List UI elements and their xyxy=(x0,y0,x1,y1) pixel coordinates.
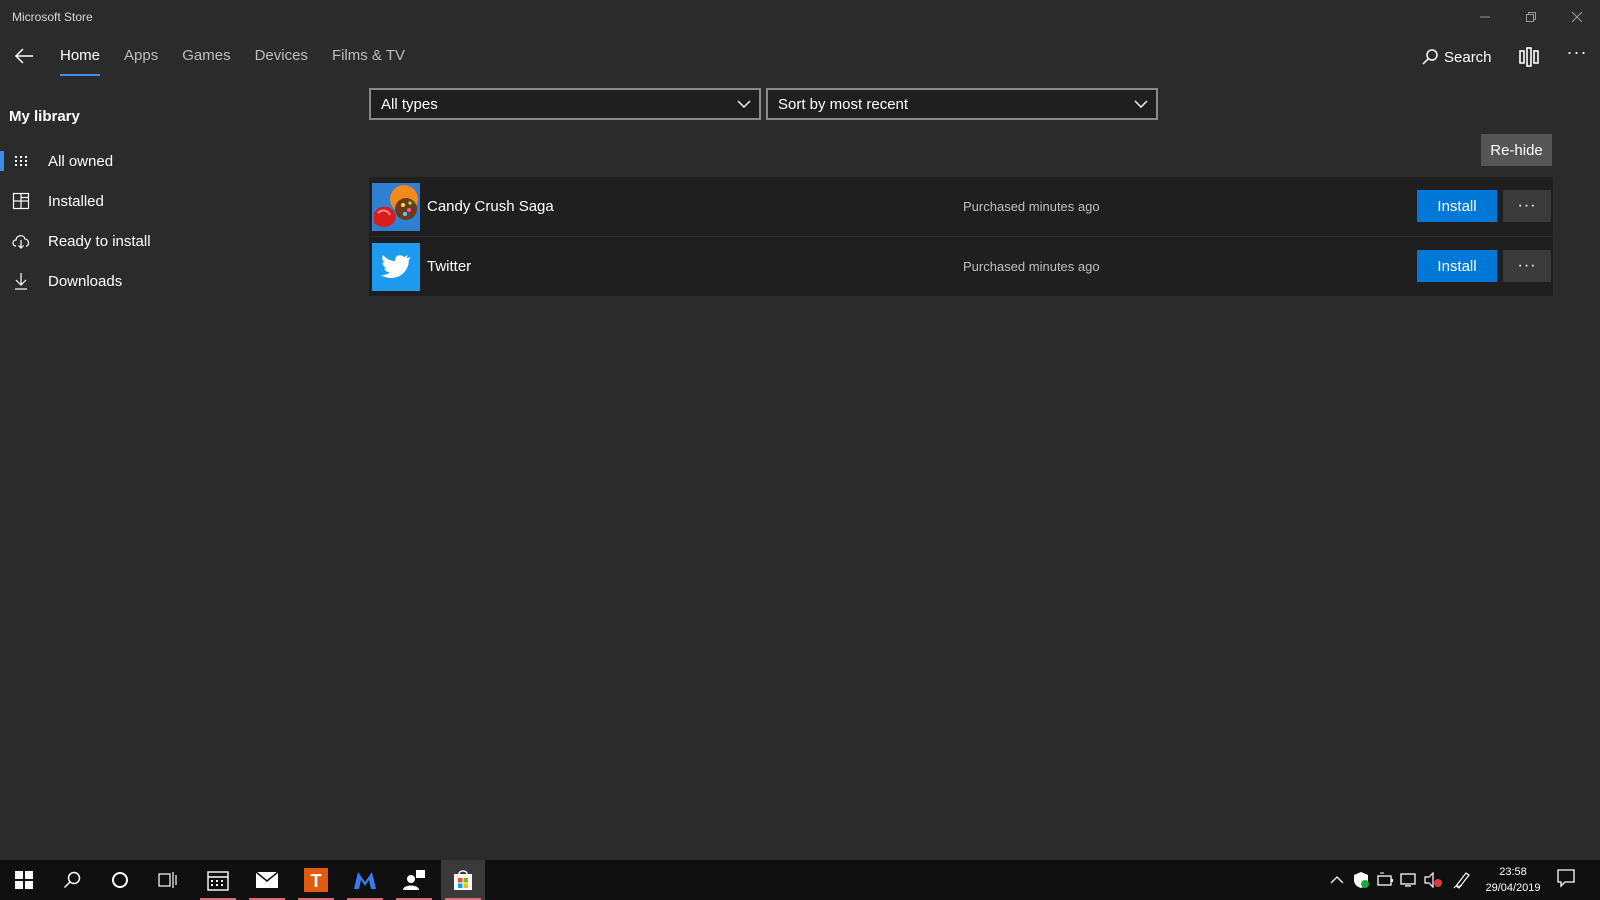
re-hide-button[interactable]: Re-hide xyxy=(1481,134,1552,166)
sidebar-item-label: Installed xyxy=(48,192,104,210)
minimize-icon xyxy=(1480,16,1490,18)
clock-date: 29/04/2019 xyxy=(1485,882,1541,894)
close-button[interactable] xyxy=(1554,0,1600,34)
search-icon xyxy=(1422,49,1438,65)
purchase-status: Purchased minutes ago xyxy=(963,199,1100,214)
tab-home[interactable]: Home xyxy=(60,36,101,78)
taskbar-clock[interactable]: 23:58 29/04/2019 xyxy=(1478,864,1548,896)
tab-devices[interactable]: Devices xyxy=(255,36,308,78)
pen-workspace-button[interactable] xyxy=(1452,870,1472,890)
notification-icon xyxy=(1557,869,1575,888)
clock-time: 23:58 xyxy=(1499,866,1527,878)
windows-logo-icon xyxy=(15,871,33,889)
list-item[interactable]: Candy Crush Saga Purchased minutes ago I… xyxy=(369,177,1553,237)
more-options-button[interactable]: ··· xyxy=(1562,42,1592,70)
title-bar: Microsoft Store xyxy=(0,0,1600,36)
cloud-download-icon xyxy=(11,231,31,251)
calendar-icon xyxy=(207,871,229,891)
people-icon xyxy=(403,870,425,890)
calendar-app-button[interactable] xyxy=(196,860,240,900)
owned-apps-list: Candy Crush Saga Purchased minutes ago I… xyxy=(369,177,1553,297)
chevron-down-icon xyxy=(737,100,751,108)
chevron-down-icon xyxy=(1134,100,1148,108)
installed-icon xyxy=(11,191,31,211)
tab-games[interactable]: Games xyxy=(182,36,230,78)
store-app-button[interactable] xyxy=(441,860,485,900)
back-button[interactable] xyxy=(10,42,38,70)
people-app-button[interactable] xyxy=(392,860,436,900)
taskbar-search-button[interactable] xyxy=(50,860,94,900)
network-tray-button[interactable] xyxy=(1399,870,1419,890)
volume-muted-icon xyxy=(1424,872,1442,888)
grid-icon xyxy=(11,151,31,171)
t-app-button[interactable]: T xyxy=(294,860,338,900)
shield-icon xyxy=(1354,872,1369,888)
action-center-button[interactable] xyxy=(1556,868,1582,892)
battery-tray-button[interactable] xyxy=(1375,870,1395,890)
row-more-options-button[interactable]: ··· xyxy=(1503,250,1551,282)
cortana-icon xyxy=(112,872,128,888)
taskbar: T 23:58 29/04/2019 xyxy=(0,860,1600,900)
account-avatar[interactable] xyxy=(1516,44,1542,70)
type-filter-value: All types xyxy=(381,95,438,113)
pen-icon xyxy=(1453,872,1470,889)
install-button[interactable]: Install xyxy=(1417,250,1497,282)
app-name: Twitter xyxy=(427,258,472,275)
sidebar-item-ready-to-install[interactable]: Ready to install xyxy=(0,223,340,259)
window-title: Microsoft Store xyxy=(12,10,93,24)
network-icon xyxy=(1400,873,1416,887)
download-icon xyxy=(11,271,31,291)
sidebar-item-label: All owned xyxy=(48,152,114,170)
candy-crush-app-icon xyxy=(372,183,420,231)
sort-value: Sort by most recent xyxy=(778,95,909,113)
task-view-button[interactable] xyxy=(146,860,190,900)
mail-app-button[interactable] xyxy=(245,860,289,900)
store-icon xyxy=(454,870,472,890)
install-button[interactable]: Install xyxy=(1417,190,1497,222)
volume-tray-button[interactable] xyxy=(1423,870,1443,890)
row-more-options-button[interactable]: ··· xyxy=(1503,190,1551,222)
sidebar-item-label: Downloads xyxy=(48,272,123,290)
search-button[interactable]: Search xyxy=(1422,45,1492,69)
sidebar-item-all-owned[interactable]: All owned xyxy=(0,143,340,179)
sidebar-item-installed[interactable]: Installed xyxy=(0,183,340,219)
mail-icon xyxy=(255,871,279,888)
my-library-heading: My library xyxy=(9,108,80,125)
account-icon xyxy=(1519,47,1539,67)
nav-tabs: Home Apps Games Devices Films & TV xyxy=(60,36,429,78)
restore-button[interactable] xyxy=(1508,0,1554,34)
sidebar-item-downloads[interactable]: Downloads xyxy=(0,263,340,299)
minimize-button[interactable] xyxy=(1462,0,1508,34)
show-hidden-icons-button[interactable] xyxy=(1327,870,1347,890)
t-app-icon: T xyxy=(304,868,328,892)
type-filter-dropdown[interactable]: All types xyxy=(369,88,761,120)
tab-films-tv[interactable]: Films & TV xyxy=(332,36,405,78)
list-item[interactable]: Twitter Purchased minutes ago Install ··… xyxy=(369,237,1553,297)
purchase-status: Purchased minutes ago xyxy=(963,259,1100,274)
sort-dropdown[interactable]: Sort by most recent xyxy=(766,88,1158,120)
chevron-up-icon xyxy=(1330,876,1344,884)
malwarebytes-icon xyxy=(354,872,376,889)
security-tray-button[interactable] xyxy=(1351,870,1371,890)
search-icon xyxy=(63,871,81,889)
svg-text:T: T xyxy=(311,871,322,891)
restore-icon xyxy=(1526,12,1536,22)
task-view-icon xyxy=(158,872,177,888)
tab-apps[interactable]: Apps xyxy=(124,36,158,78)
cortana-button[interactable] xyxy=(98,860,142,900)
search-label: Search xyxy=(1444,48,1492,66)
malwarebytes-app-button[interactable] xyxy=(343,860,387,900)
battery-icon xyxy=(1377,872,1393,886)
sidebar-item-label: Ready to install xyxy=(48,232,151,250)
close-icon xyxy=(1571,11,1583,23)
app-name: Candy Crush Saga xyxy=(427,198,554,215)
back-arrow-icon xyxy=(14,48,33,64)
nav-bar: Home Apps Games Devices Films & TV Searc… xyxy=(0,36,1600,78)
twitter-app-icon xyxy=(372,243,420,291)
start-button[interactable] xyxy=(2,860,46,900)
selected-indicator xyxy=(0,151,4,171)
